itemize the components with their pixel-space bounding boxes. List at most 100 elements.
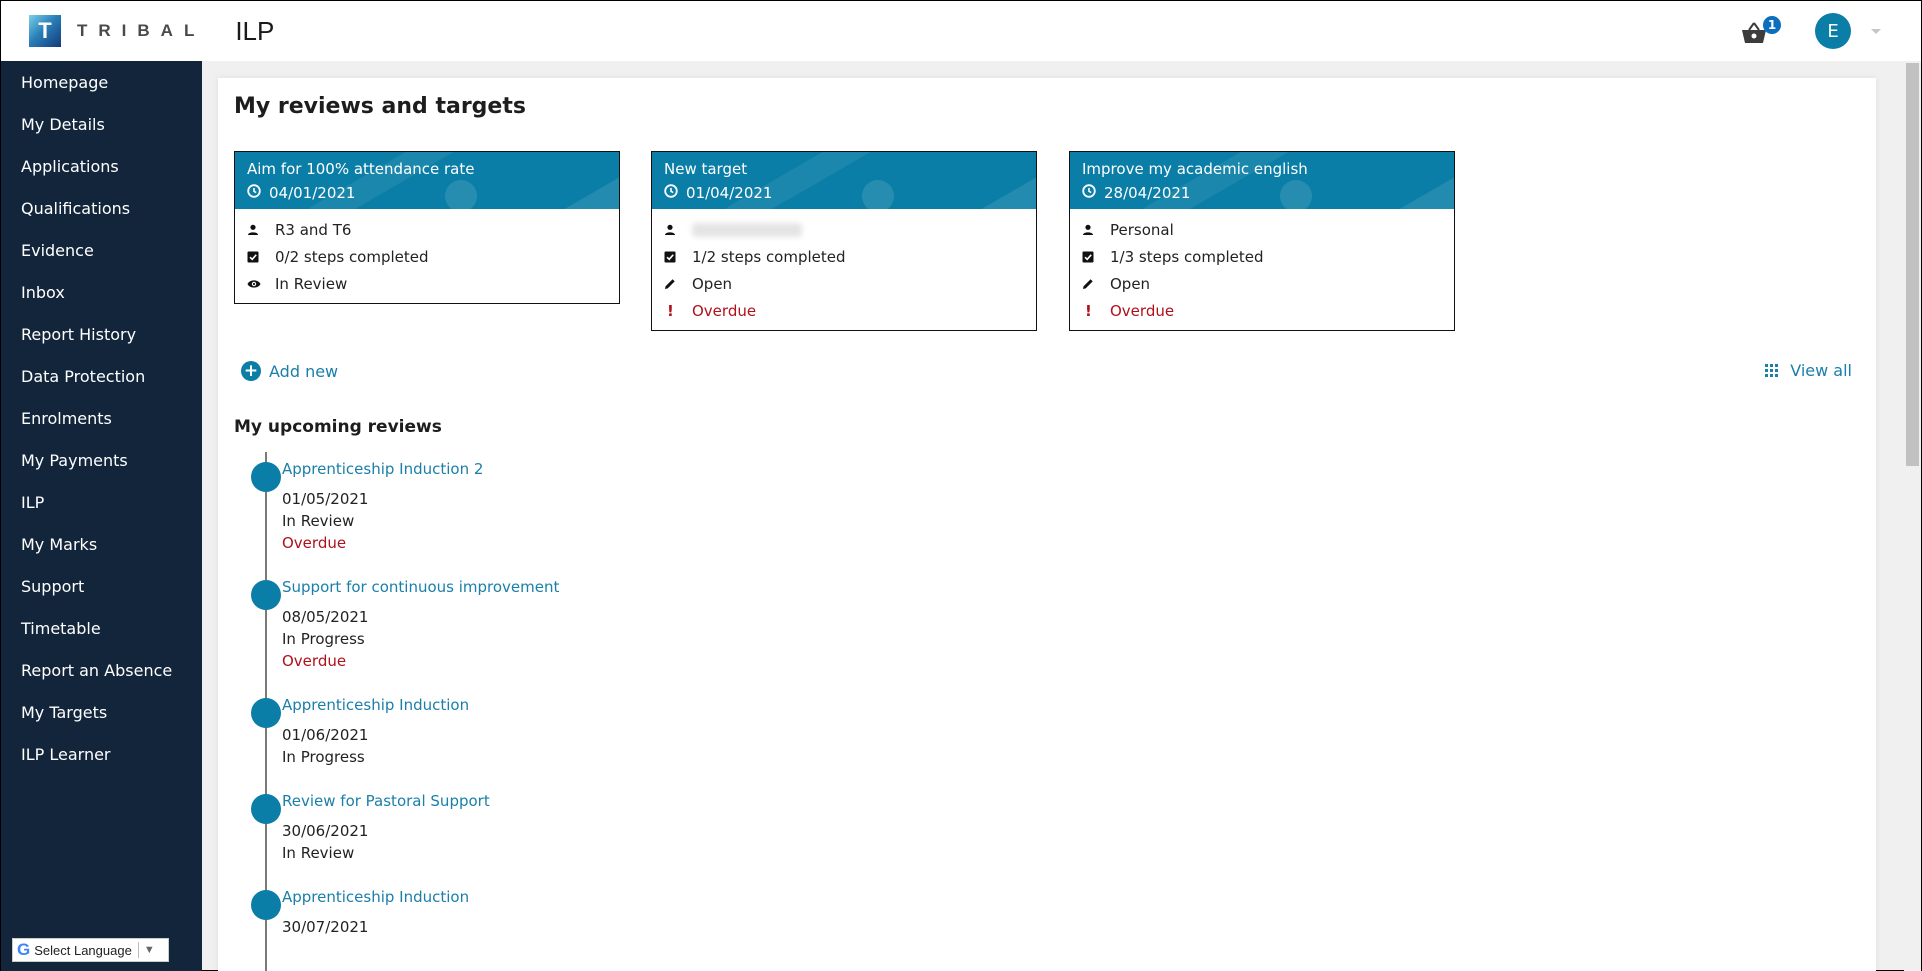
target-card[interactable]: Improve my academic english 28/04/2021 P… (1069, 151, 1455, 331)
review-link[interactable]: Support for continuous improvement (282, 570, 934, 598)
review-status: In Review (282, 842, 934, 864)
card-body: R3 and T6 0/2 steps completed In Review (235, 209, 619, 303)
language-select-label: Select Language (34, 943, 132, 958)
card-title: New target (664, 157, 1024, 181)
upcoming-reviews-title: My upcoming reviews (234, 417, 442, 437)
timeline-dot (251, 580, 281, 610)
sidebar-item-report-history[interactable]: Report History (1, 314, 202, 356)
pencil-icon (1082, 278, 1110, 290)
divider (138, 942, 139, 958)
target-card[interactable]: New target 01/04/2021 1/2 steps complete… (651, 151, 1037, 331)
card-owner-row: R3 and T6 (247, 216, 607, 243)
card-owner: Personal (1110, 221, 1174, 239)
pencil-icon (664, 278, 692, 290)
card-status: Open (1110, 275, 1150, 293)
checkbox-icon (1082, 251, 1110, 263)
basket-button[interactable]: 1 (1741, 16, 1775, 46)
sidebar-item-homepage[interactable]: Homepage (1, 62, 202, 104)
timeline-dot (251, 794, 281, 824)
card-status: Open (692, 275, 732, 293)
language-select[interactable]: G Select Language ▼ (12, 938, 169, 962)
review-date: 30/07/2021 (282, 916, 934, 938)
card-date-text: 28/04/2021 (1104, 184, 1190, 202)
sidebar-item-support[interactable]: Support (1, 566, 202, 608)
card-header: Improve my academic english 28/04/2021 (1070, 152, 1454, 209)
review-item: Apprenticeship Induction 30/07/2021 (234, 880, 934, 938)
card-status: In Review (275, 275, 347, 293)
review-meta: 30/06/2021In Review (282, 820, 934, 864)
review-date: 30/06/2021 (282, 820, 934, 842)
checkbox-icon (664, 251, 692, 263)
sidebar-item-my-marks[interactable]: My Marks (1, 524, 202, 566)
card-title: Aim for 100% attendance rate (247, 157, 607, 181)
card-title: Improve my academic english (1082, 157, 1442, 181)
sidebar-item-ilp[interactable]: ILP (1, 482, 202, 524)
review-item: Apprenticeship Induction 01/06/2021In Pr… (234, 688, 934, 768)
card-owner-row (664, 216, 1024, 243)
exclamation-icon: ! (1082, 302, 1110, 320)
sidebar-nav: HomepageMy DetailsApplicationsQualificat… (1, 61, 202, 776)
sidebar-item-evidence[interactable]: Evidence (1, 230, 202, 272)
review-link[interactable]: Apprenticeship Induction (282, 688, 934, 716)
clock-icon (664, 184, 686, 202)
card-date-text: 01/04/2021 (686, 184, 772, 202)
card-steps: 1/2 steps completed (692, 248, 846, 266)
basket-count-badge: 1 (1763, 16, 1781, 34)
add-new-button[interactable]: + Add new (241, 361, 338, 381)
review-link[interactable]: Apprenticeship Induction (282, 880, 934, 908)
tribal-logo[interactable]: T TRIBAL (29, 15, 205, 47)
review-status: In Review (282, 510, 934, 532)
sidebar: HomepageMy DetailsApplicationsQualificat… (1, 61, 202, 971)
sidebar-item-timetable[interactable]: Timetable (1, 608, 202, 650)
logo-mark: T (29, 15, 61, 47)
review-link[interactable]: Review for Pastoral Support (282, 784, 934, 812)
sidebar-item-enrolments[interactable]: Enrolments (1, 398, 202, 440)
target-card[interactable]: Aim for 100% attendance rate 04/01/2021 … (234, 151, 620, 304)
card-status-row: In Review (247, 270, 607, 297)
user-menu-caret-icon[interactable] (1871, 29, 1881, 34)
reviews-timeline: Apprenticeship Induction 2 01/05/2021In … (234, 452, 934, 954)
sidebar-item-applications[interactable]: Applications (1, 146, 202, 188)
review-item: Review for Pastoral Support 30/06/2021In… (234, 784, 934, 864)
card-overdue: Overdue (692, 302, 756, 320)
review-date: 08/05/2021 (282, 606, 934, 628)
review-item: Apprenticeship Induction 2 01/05/2021In … (234, 452, 934, 554)
sidebar-item-inbox[interactable]: Inbox (1, 272, 202, 314)
user-avatar[interactable]: E (1815, 13, 1851, 49)
card-status-row: Open (1082, 270, 1442, 297)
card-due-date: 28/04/2021 (1082, 181, 1442, 205)
review-meta: 08/05/2021In ProgressOverdue (282, 606, 934, 672)
sidebar-item-my-details[interactable]: My Details (1, 104, 202, 146)
card-owner-row: Personal (1082, 216, 1442, 243)
sidebar-item-my-targets[interactable]: My Targets (1, 692, 202, 734)
card-steps: 1/3 steps completed (1110, 248, 1264, 266)
view-all-link[interactable]: View all (1765, 361, 1852, 380)
card-overdue-row: ! Overdue (1082, 297, 1442, 324)
sidebar-item-my-payments[interactable]: My Payments (1, 440, 202, 482)
card-due-date: 01/04/2021 (664, 181, 1024, 205)
timeline-dot (251, 890, 281, 920)
card-header: New target 01/04/2021 (652, 152, 1036, 209)
person-icon (664, 224, 692, 236)
app-title: ILP (235, 16, 274, 47)
sidebar-item-report-an-absence[interactable]: Report an Absence (1, 650, 202, 692)
page-scrollbar[interactable] (1904, 61, 1921, 971)
exclamation-icon: ! (664, 302, 692, 320)
sidebar-item-data-protection[interactable]: Data Protection (1, 356, 202, 398)
sidebar-item-qualifications[interactable]: Qualifications (1, 188, 202, 230)
timeline-dot (251, 698, 281, 728)
review-link[interactable]: Apprenticeship Induction 2 (282, 452, 934, 480)
review-overdue: Overdue (282, 650, 934, 672)
scrollbar-thumb[interactable] (1906, 63, 1919, 466)
view-all-label: View all (1790, 361, 1852, 380)
review-status: In Progress (282, 746, 934, 768)
clock-icon (247, 184, 269, 202)
sidebar-item-ilp-learner[interactable]: ILP Learner (1, 734, 202, 776)
review-date: 01/06/2021 (282, 724, 934, 746)
card-status-row: Open (664, 270, 1024, 297)
top-bar: T TRIBAL ILP 1 E (1, 1, 1921, 61)
card-body: Personal 1/3 steps completed Open ! Over… (1070, 209, 1454, 330)
redacted-owner (692, 223, 802, 237)
review-date: 01/05/2021 (282, 488, 934, 510)
clock-icon (1082, 184, 1104, 202)
